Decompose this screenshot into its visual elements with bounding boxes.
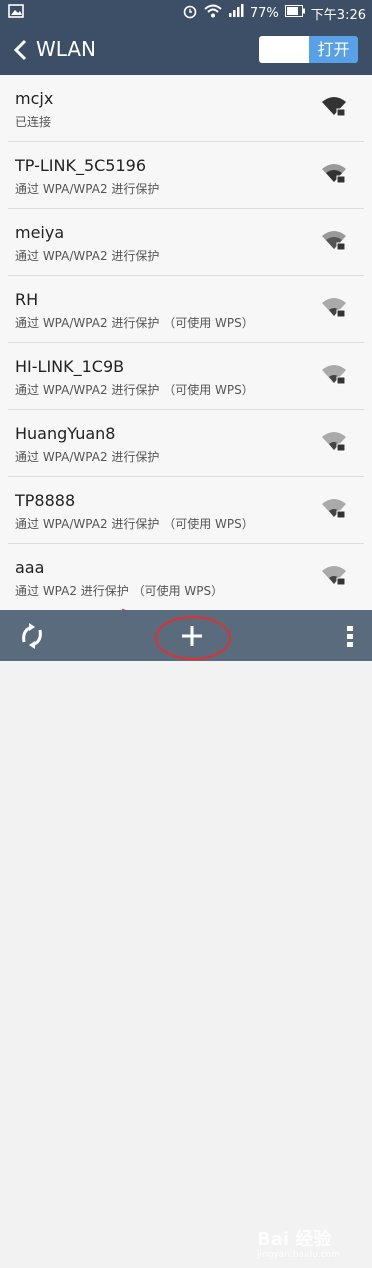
wifi-status-icon <box>204 4 222 22</box>
network-name: TP8888 <box>15 491 76 510</box>
back-button[interactable] <box>8 35 32 65</box>
wifi-lock-icon <box>322 499 346 519</box>
network-status: 通过 WPA2 进行保护 （可使用 WPS） <box>15 584 224 598</box>
more-menu-button[interactable] <box>346 622 354 650</box>
network-name: mcjx <box>15 89 54 108</box>
network-item[interactable]: RH 通过 WPA/WPA2 进行保护 （可使用 WPS） <box>0 276 372 343</box>
toggle-on-label[interactable]: 打开 <box>309 36 358 63</box>
network-status: 通过 WPA/WPA2 进行保护 <box>15 182 160 196</box>
network-name: RH <box>15 290 39 309</box>
battery-percent: 77% <box>249 5 279 21</box>
network-item[interactable]: mcjx 已连接 <box>0 75 372 142</box>
status-bar: 77% 下午3:26 <box>0 0 372 25</box>
network-name: meiya <box>15 223 65 242</box>
watermark-url: jingyan.baidu.com <box>257 1250 341 1260</box>
app-bar: WLAN 打开 <box>0 25 372 75</box>
chevron-left-icon[interactable] <box>8 35 32 65</box>
wifi-lock-icon <box>322 432 346 452</box>
network-status: 通过 WPA/WPA2 进行保护 （可使用 WPS） <box>15 383 254 397</box>
baidu-watermark: Bai 经验 jingyan.baidu.com <box>257 1220 367 1268</box>
network-item[interactable]: meiya 通过 WPA/WPA2 进行保护 <box>0 209 372 276</box>
wifi-lock-icon <box>322 164 346 184</box>
wifi-lock-icon <box>322 566 346 586</box>
alarm-icon <box>182 3 198 23</box>
network-name: HuangYuan8 <box>15 424 116 443</box>
network-item[interactable]: TP-LINK_5C5196 通过 WPA/WPA2 进行保护 <box>0 142 372 209</box>
signal-icon <box>228 4 244 22</box>
network-status: 通过 WPA/WPA2 进行保护 （可使用 WPS） <box>15 316 254 330</box>
network-name: TP-LINK_5C5196 <box>15 156 147 175</box>
add-network-button[interactable] <box>160 618 215 654</box>
clock: 下午3:26 <box>310 7 366 23</box>
wifi-lock-icon <box>322 298 346 318</box>
network-status: 通过 WPA/WPA2 进行保护 （可使用 WPS） <box>15 517 254 531</box>
bottom-toolbar: Bai 经验 jingyan.baidu.com <box>0 610 372 1260</box>
overflow-menu-icon[interactable] <box>346 622 354 650</box>
image-notification-icon <box>8 4 24 22</box>
wifi-lock-icon <box>322 97 346 117</box>
network-item[interactable]: HuangYuan8 通过 WPA/WPA2 进行保护 <box>0 410 372 477</box>
wifi-lock-icon <box>322 365 346 385</box>
network-item[interactable]: HI-LINK_1C9B 通过 WPA/WPA2 进行保护 （可使用 WPS） <box>0 343 372 410</box>
watermark-brand: Bai 经验 <box>257 1229 332 1250</box>
network-status: 已连接 <box>15 115 52 129</box>
network-status: 通过 WPA/WPA2 进行保护 <box>15 249 160 263</box>
network-name: HI-LINK_1C9B <box>15 357 125 376</box>
network-list: mcjx 已连接 TP-LINK_5C5196 通过 WPA/WPA2 进行保护… <box>0 75 372 610</box>
refresh-icon[interactable] <box>18 622 46 650</box>
page-title: WLAN <box>36 37 97 61</box>
network-item[interactable]: aaa 通过 WPA2 进行保护 （可使用 WPS） <box>0 544 372 611</box>
network-name: aaa <box>15 558 45 577</box>
wlan-toggle[interactable]: 打开 <box>259 36 358 63</box>
wifi-lock-icon <box>322 231 346 251</box>
plus-icon[interactable] <box>160 618 215 654</box>
toggle-track[interactable] <box>259 36 309 63</box>
refresh-button[interactable] <box>18 622 46 650</box>
network-item[interactable]: TP8888 通过 WPA/WPA2 进行保护 （可使用 WPS） <box>0 477 372 544</box>
battery-icon <box>284 5 305 21</box>
network-status: 通过 WPA/WPA2 进行保护 <box>15 450 160 464</box>
